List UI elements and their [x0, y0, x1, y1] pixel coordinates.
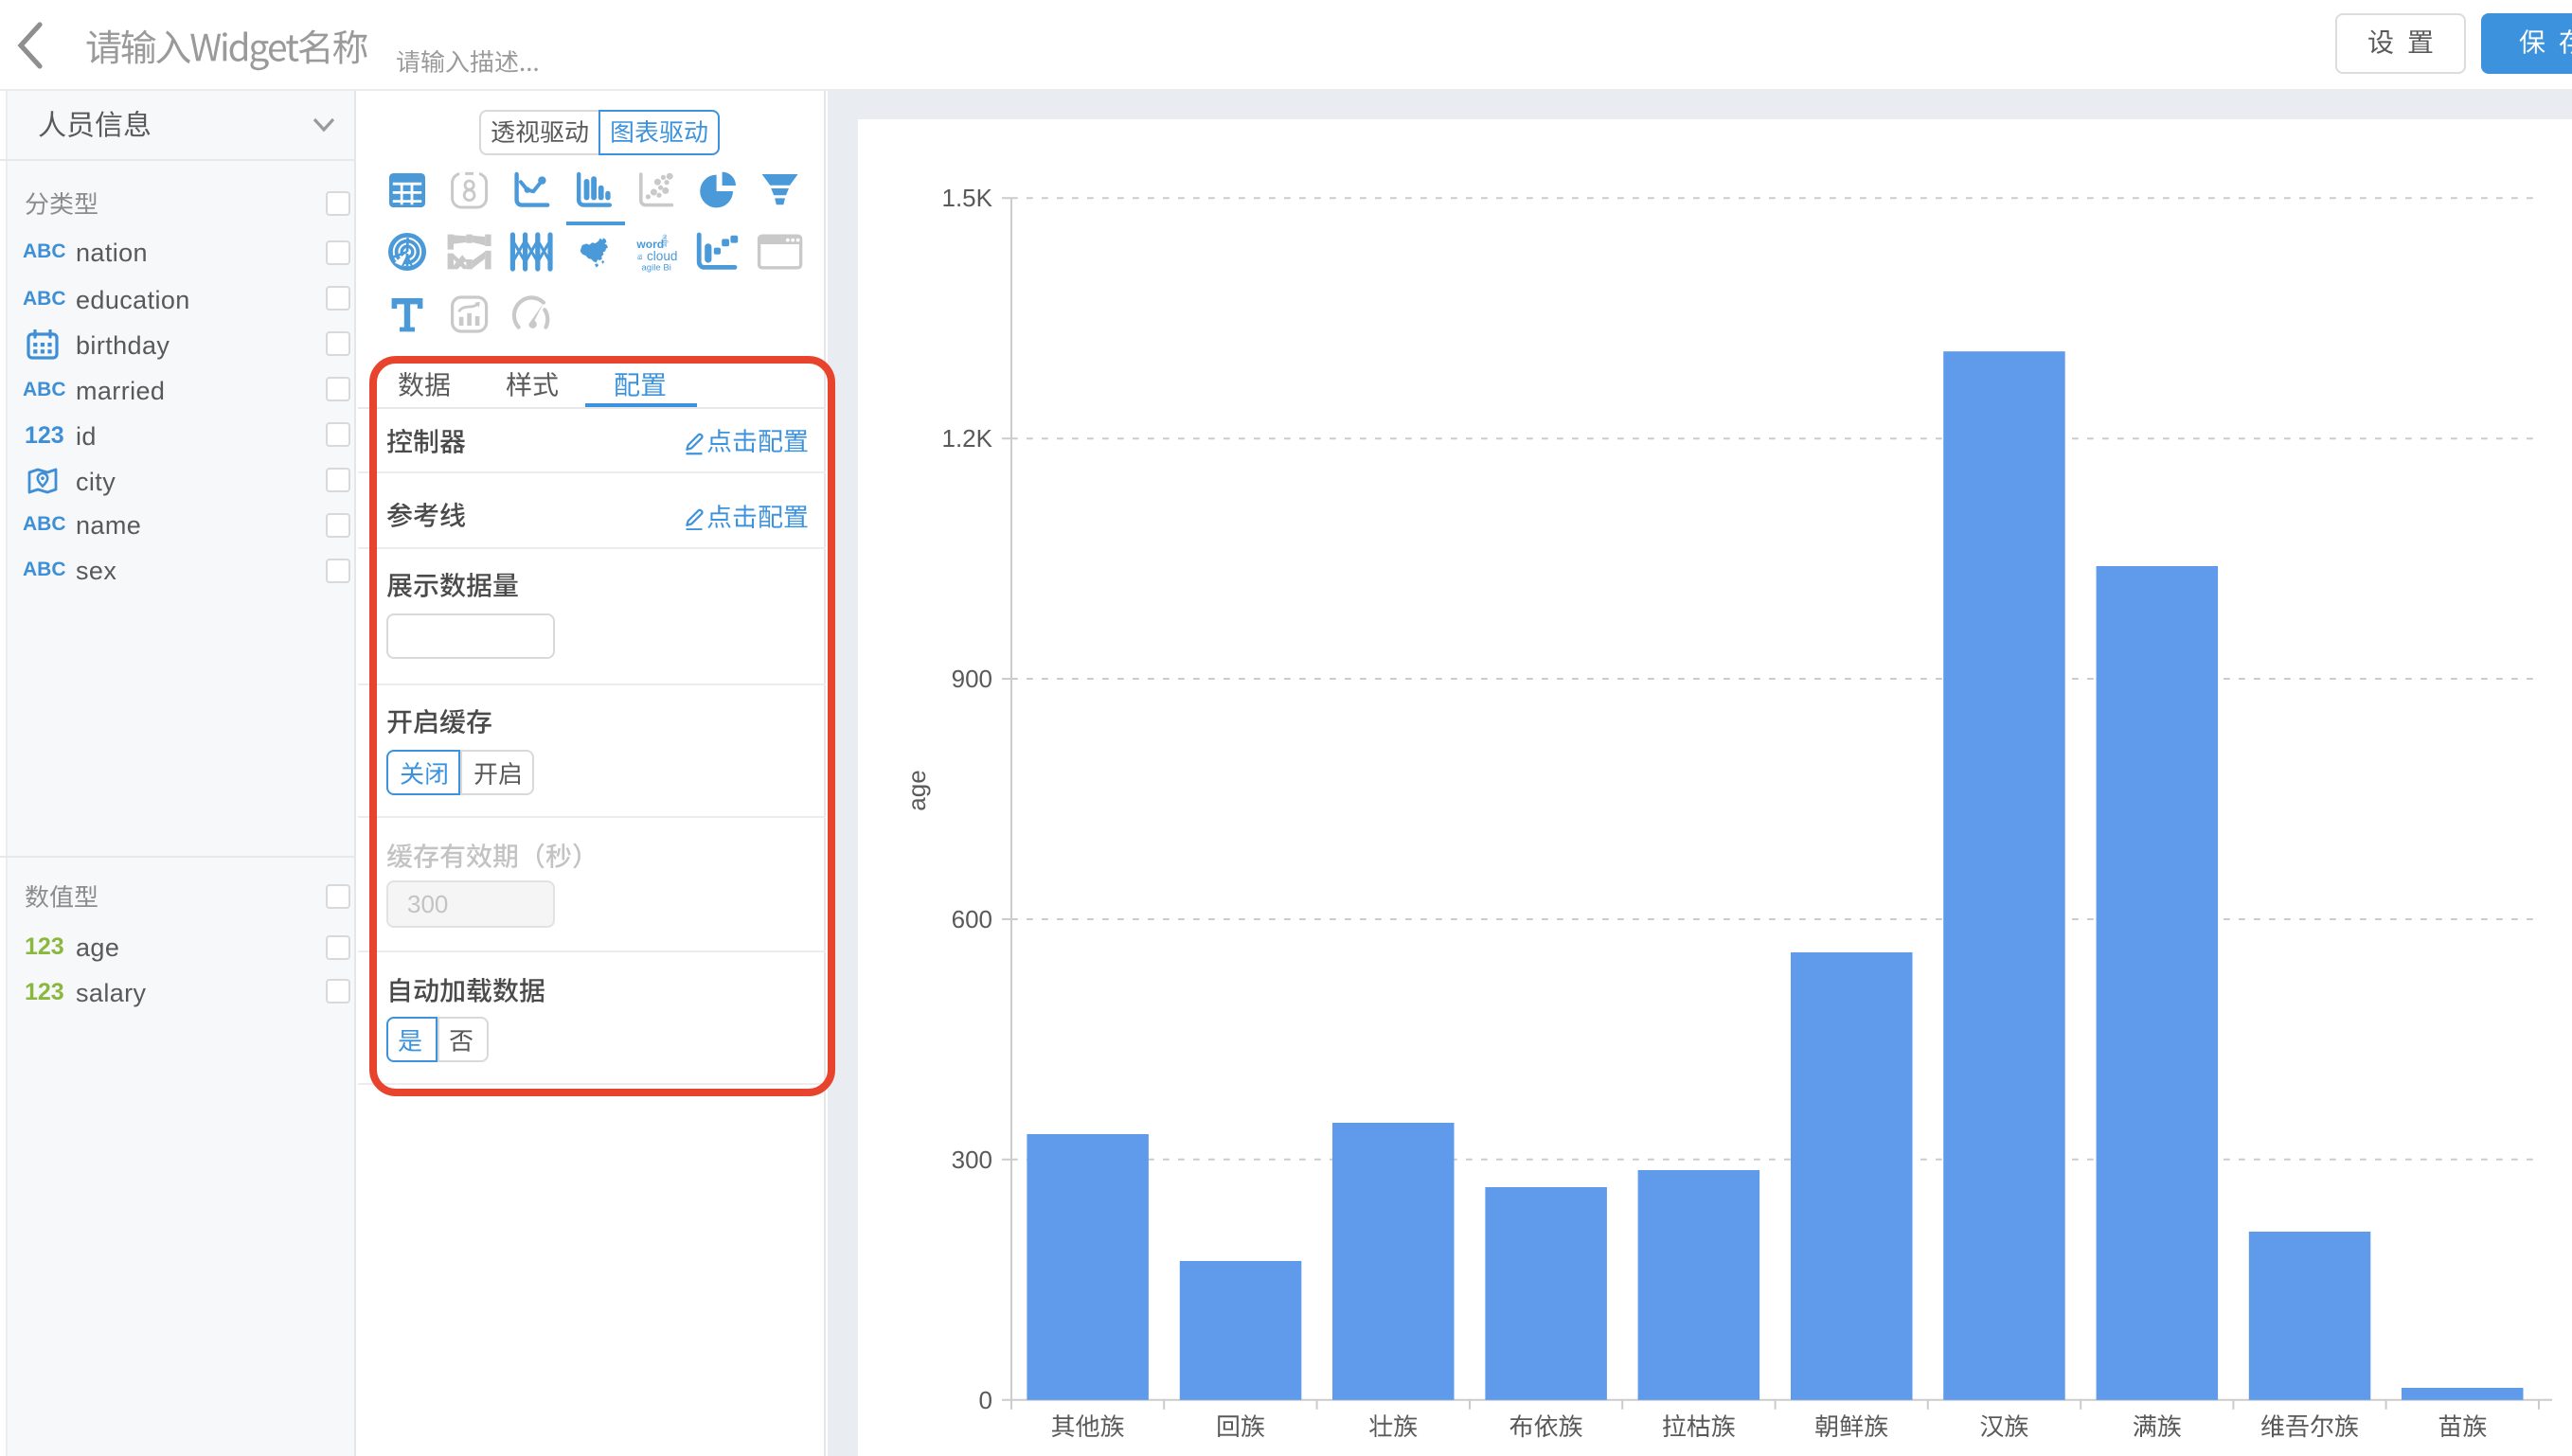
- svg-text:1.5K: 1.5K: [941, 183, 992, 211]
- svg-text:age: age: [902, 769, 930, 809]
- svg-text:300: 300: [951, 1145, 991, 1173]
- svg-text:0: 0: [978, 1385, 991, 1413]
- svg-text:agile Bi: agile Bi: [641, 263, 670, 274]
- svg-text:cloud: cloud: [647, 249, 678, 263]
- svg-text:1.2K: 1.2K: [941, 423, 992, 452]
- svg-text:900: 900: [951, 664, 991, 692]
- svg-text:600: 600: [951, 904, 991, 932]
- svg-text:agile: agile: [662, 234, 669, 247]
- svg-text:Bi: Bi: [637, 254, 644, 260]
